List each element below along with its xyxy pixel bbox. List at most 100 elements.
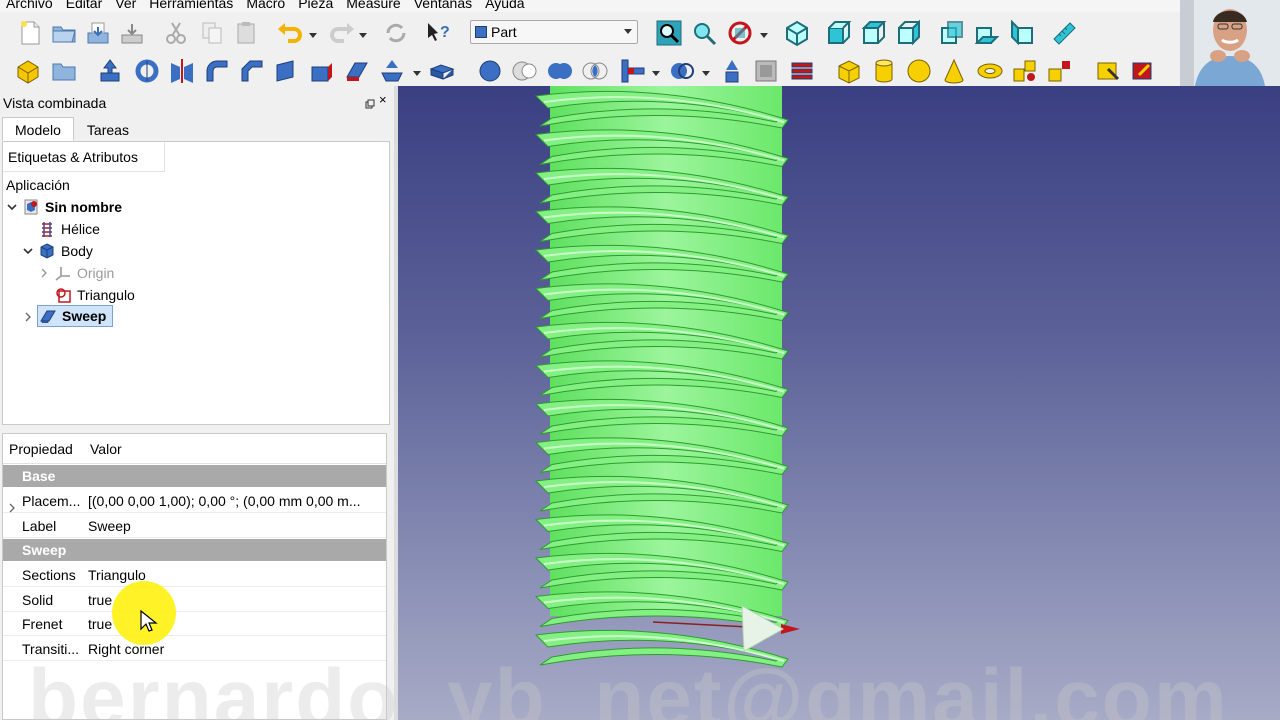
menu-archivo[interactable]: Archivo	[6, 0, 60, 12]
fit-selection-icon[interactable]	[690, 19, 718, 47]
float-panel-icon[interactable]	[365, 96, 375, 109]
defeaturing-icon[interactable]	[788, 57, 816, 85]
check-geometry-icon[interactable]	[752, 57, 780, 85]
fuse-icon[interactable]	[546, 57, 574, 85]
menu-herramientas[interactable]: Herramientas	[149, 0, 240, 12]
isometric-view-icon[interactable]	[783, 19, 811, 47]
paste-icon[interactable]	[232, 19, 260, 47]
extrude-icon[interactable]	[97, 57, 125, 85]
menu-ayuda[interactable]: Ayuda	[485, 0, 531, 12]
menu-ver[interactable]: Ver	[115, 0, 143, 12]
undo-icon[interactable]	[276, 19, 304, 47]
menu-pieza[interactable]: Pieza	[298, 0, 340, 12]
save-icon[interactable]	[84, 19, 112, 47]
cut-shape-icon[interactable]	[511, 57, 539, 85]
rear-view-icon[interactable]	[938, 19, 966, 47]
property-value[interactable]: Sweep	[88, 514, 131, 538]
property-value[interactable]: true	[88, 612, 112, 636]
tab-tareas[interactable]: Tareas	[74, 117, 142, 141]
folder-icon[interactable]	[50, 57, 78, 85]
menu-ventanas[interactable]: Ventanas	[414, 0, 479, 12]
chevron-right-icon[interactable]	[8, 496, 16, 513]
value-column-header[interactable]: Valor	[90, 441, 122, 457]
measure-icon[interactable]	[1050, 19, 1078, 47]
property-row-solid[interactable]: Solid true	[3, 588, 386, 612]
section-icon[interactable]	[428, 57, 456, 85]
chevron-right-icon[interactable]	[22, 311, 34, 323]
menu-editar[interactable]: Editar	[66, 0, 110, 12]
property-group-base[interactable]: Base	[3, 465, 386, 487]
refresh-icon[interactable]	[382, 19, 410, 47]
3d-view[interactable]	[398, 86, 1280, 720]
property-row-frenet[interactable]: Frenet true	[3, 612, 386, 636]
cylinder-icon[interactable]	[870, 57, 898, 85]
property-column-header[interactable]: Propiedad	[9, 441, 73, 457]
front-view-icon[interactable]	[825, 19, 853, 47]
ruled-surface-icon[interactable]	[308, 57, 336, 85]
boolean-icon[interactable]	[476, 57, 504, 85]
primitives-icon[interactable]	[1046, 57, 1074, 85]
tab-modelo[interactable]: Modelo	[2, 117, 74, 141]
chamfer-icon[interactable]	[238, 57, 266, 85]
make-face-icon[interactable]	[273, 57, 301, 85]
box-icon[interactable]	[835, 57, 863, 85]
tree-item-helice[interactable]: Hélice	[39, 218, 100, 240]
tree-item-sweep[interactable]: Sweep	[37, 305, 114, 327]
split-dropdown-icon[interactable]	[701, 65, 711, 76]
torus-icon[interactable]	[976, 57, 1004, 85]
split-icon[interactable]	[668, 57, 696, 85]
join-icon[interactable]	[619, 57, 647, 85]
chevron-right-icon[interactable]	[38, 267, 50, 279]
tree-item-origin[interactable]: Origin	[55, 262, 114, 284]
workbench-selector[interactable]: Part	[470, 20, 638, 44]
attachment-icon[interactable]	[1129, 57, 1157, 85]
tree-item-document[interactable]: Sin nombre	[23, 196, 122, 218]
chevron-down-icon[interactable]	[22, 245, 34, 257]
shape-builder-icon[interactable]	[1094, 57, 1122, 85]
property-row-sections[interactable]: Sections Triangulo	[3, 563, 386, 587]
compound-icon[interactable]	[718, 57, 746, 85]
menu-measure[interactable]: Measure	[346, 0, 407, 12]
mirror-icon[interactable]	[168, 57, 196, 85]
whats-this-icon[interactable]: ?	[424, 19, 452, 47]
join-dropdown-icon[interactable]	[651, 65, 661, 76]
sweep-toolbar-icon[interactable]	[378, 57, 406, 85]
property-group-sweep[interactable]: Sweep	[3, 539, 386, 561]
sweep-dropdown-icon[interactable]	[412, 65, 422, 76]
draw-style-dropdown-icon[interactable]	[759, 27, 769, 38]
fit-all-icon[interactable]	[655, 19, 683, 47]
tree-item-body[interactable]: Body	[39, 240, 93, 262]
draw-style-icon[interactable]	[726, 19, 754, 47]
redo-icon[interactable]	[328, 19, 356, 47]
save-as-icon[interactable]	[118, 19, 146, 47]
property-value[interactable]: [(0,00 0,00 1,00); 0,00 °; (0,00 mm 0,00…	[88, 489, 361, 513]
cut-icon[interactable]	[162, 19, 190, 47]
close-icon[interactable]: ×	[379, 92, 387, 107]
redo-dropdown-icon[interactable]	[358, 27, 368, 38]
menu-macro[interactable]: Macro	[246, 0, 292, 12]
tube-icon[interactable]	[1011, 57, 1039, 85]
undo-dropdown-icon[interactable]	[308, 27, 318, 38]
tree-header[interactable]: Etiquetas & Atributos	[3, 142, 165, 172]
property-value[interactable]: true	[88, 588, 112, 612]
right-view-icon[interactable]	[895, 19, 923, 47]
sphere-icon[interactable]	[905, 57, 933, 85]
top-view-icon[interactable]	[860, 19, 888, 47]
bottom-view-icon[interactable]	[973, 19, 1001, 47]
common-icon[interactable]	[581, 57, 609, 85]
property-row-label[interactable]: Label Sweep	[3, 514, 386, 538]
tree-document-label: Sin nombre	[45, 199, 123, 215]
left-view-icon[interactable]	[1008, 19, 1036, 47]
cone-icon[interactable]	[940, 57, 968, 85]
chevron-down-icon[interactable]	[6, 201, 18, 213]
property-row-placement[interactable]: Placem... [(0,00 0,00 1,00); 0,00 °; (0,…	[3, 489, 386, 513]
copy-icon[interactable]	[198, 19, 226, 47]
tree-item-triangulo[interactable]: Triangulo	[55, 284, 135, 306]
revolve-icon[interactable]	[133, 57, 161, 85]
part-design-icon[interactable]	[14, 57, 42, 85]
open-file-icon[interactable]	[50, 19, 78, 47]
loft-icon[interactable]	[343, 57, 371, 85]
new-file-icon[interactable]	[16, 19, 44, 47]
threaded-sweep-model[interactable]	[398, 86, 1280, 720]
fillet-icon[interactable]	[203, 57, 231, 85]
